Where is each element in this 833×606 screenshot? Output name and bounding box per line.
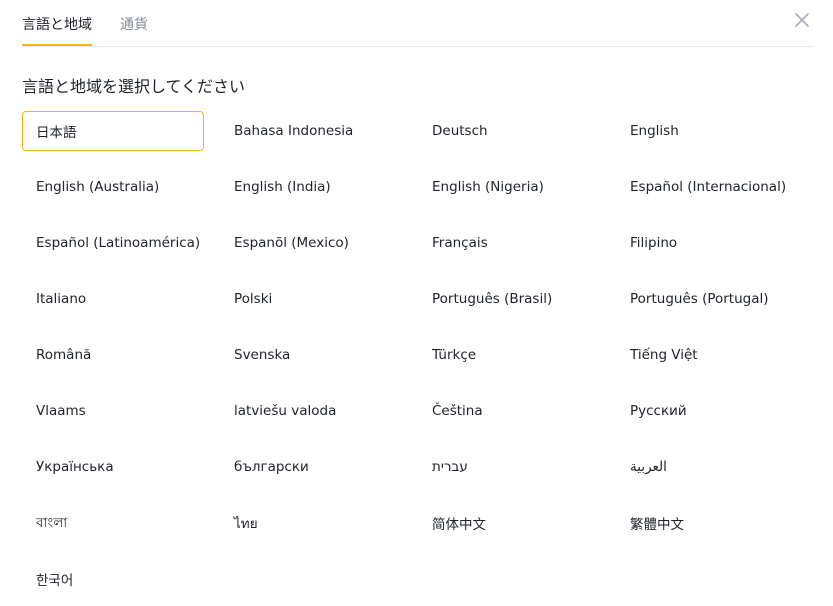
language-option[interactable]: 繁體中文 bbox=[616, 503, 798, 543]
language-option[interactable]: български bbox=[220, 447, 402, 487]
language-option[interactable]: Українська bbox=[22, 447, 204, 487]
tab-bar: 言語と地域 通貨 bbox=[22, 0, 814, 47]
language-option[interactable]: English (India) bbox=[220, 167, 402, 207]
language-option[interactable]: Tiếng Việt bbox=[616, 335, 798, 375]
language-option[interactable]: 日本語 bbox=[22, 111, 204, 151]
language-option[interactable]: Vlaams bbox=[22, 391, 204, 431]
language-option[interactable]: Español (Internacional) bbox=[616, 167, 798, 207]
language-option[interactable]: עברית bbox=[418, 447, 600, 487]
language-option[interactable]: বাংলা bbox=[22, 503, 204, 543]
language-option[interactable]: Português (Brasil) bbox=[418, 279, 600, 319]
language-option[interactable]: latviešu valoda bbox=[220, 391, 402, 431]
language-option[interactable]: Türkçe bbox=[418, 335, 600, 375]
language-option[interactable]: Čeština bbox=[418, 391, 600, 431]
language-option[interactable]: Espanõl (Mexico) bbox=[220, 223, 402, 263]
tab-language-region[interactable]: 言語と地域 bbox=[22, 0, 92, 46]
language-option[interactable]: Italiano bbox=[22, 279, 204, 319]
tab-currency[interactable]: 通貨 bbox=[120, 0, 148, 46]
close-icon bbox=[795, 13, 809, 27]
language-option[interactable]: English bbox=[616, 111, 798, 151]
language-option[interactable]: ไทย bbox=[220, 503, 402, 543]
language-option[interactable]: Bahasa Indonesia bbox=[220, 111, 402, 151]
close-button[interactable] bbox=[792, 10, 812, 30]
language-option[interactable]: 简体中文 bbox=[418, 503, 600, 543]
language-grid: 日本語 Bahasa Indonesia Deutsch English English… bbox=[22, 111, 814, 606]
language-option[interactable]: Español (Latinoamérica) bbox=[22, 223, 204, 263]
section-title: 言語と地域を選択してください bbox=[22, 77, 246, 96]
language-option[interactable]: Deutsch bbox=[418, 111, 600, 151]
language-option[interactable]: Français bbox=[418, 223, 600, 263]
language-option[interactable]: Svenska bbox=[220, 335, 402, 375]
language-option[interactable]: 한국어 bbox=[22, 559, 204, 599]
language-option[interactable]: Português (Portugal) bbox=[616, 279, 798, 319]
language-option[interactable]: العربية bbox=[616, 447, 798, 487]
language-option[interactable]: Polski bbox=[220, 279, 402, 319]
language-option[interactable]: Filipino bbox=[616, 223, 798, 263]
language-option[interactable]: Română bbox=[22, 335, 204, 375]
language-option[interactable]: English (Australia) bbox=[22, 167, 204, 207]
language-region-dialog: 言語と地域 通貨 言語と地域を選択してください 日本語 Bahasa Indone… bbox=[0, 0, 833, 606]
language-option[interactable]: English (Nigeria) bbox=[418, 167, 600, 207]
language-option[interactable]: Русский bbox=[616, 391, 798, 431]
